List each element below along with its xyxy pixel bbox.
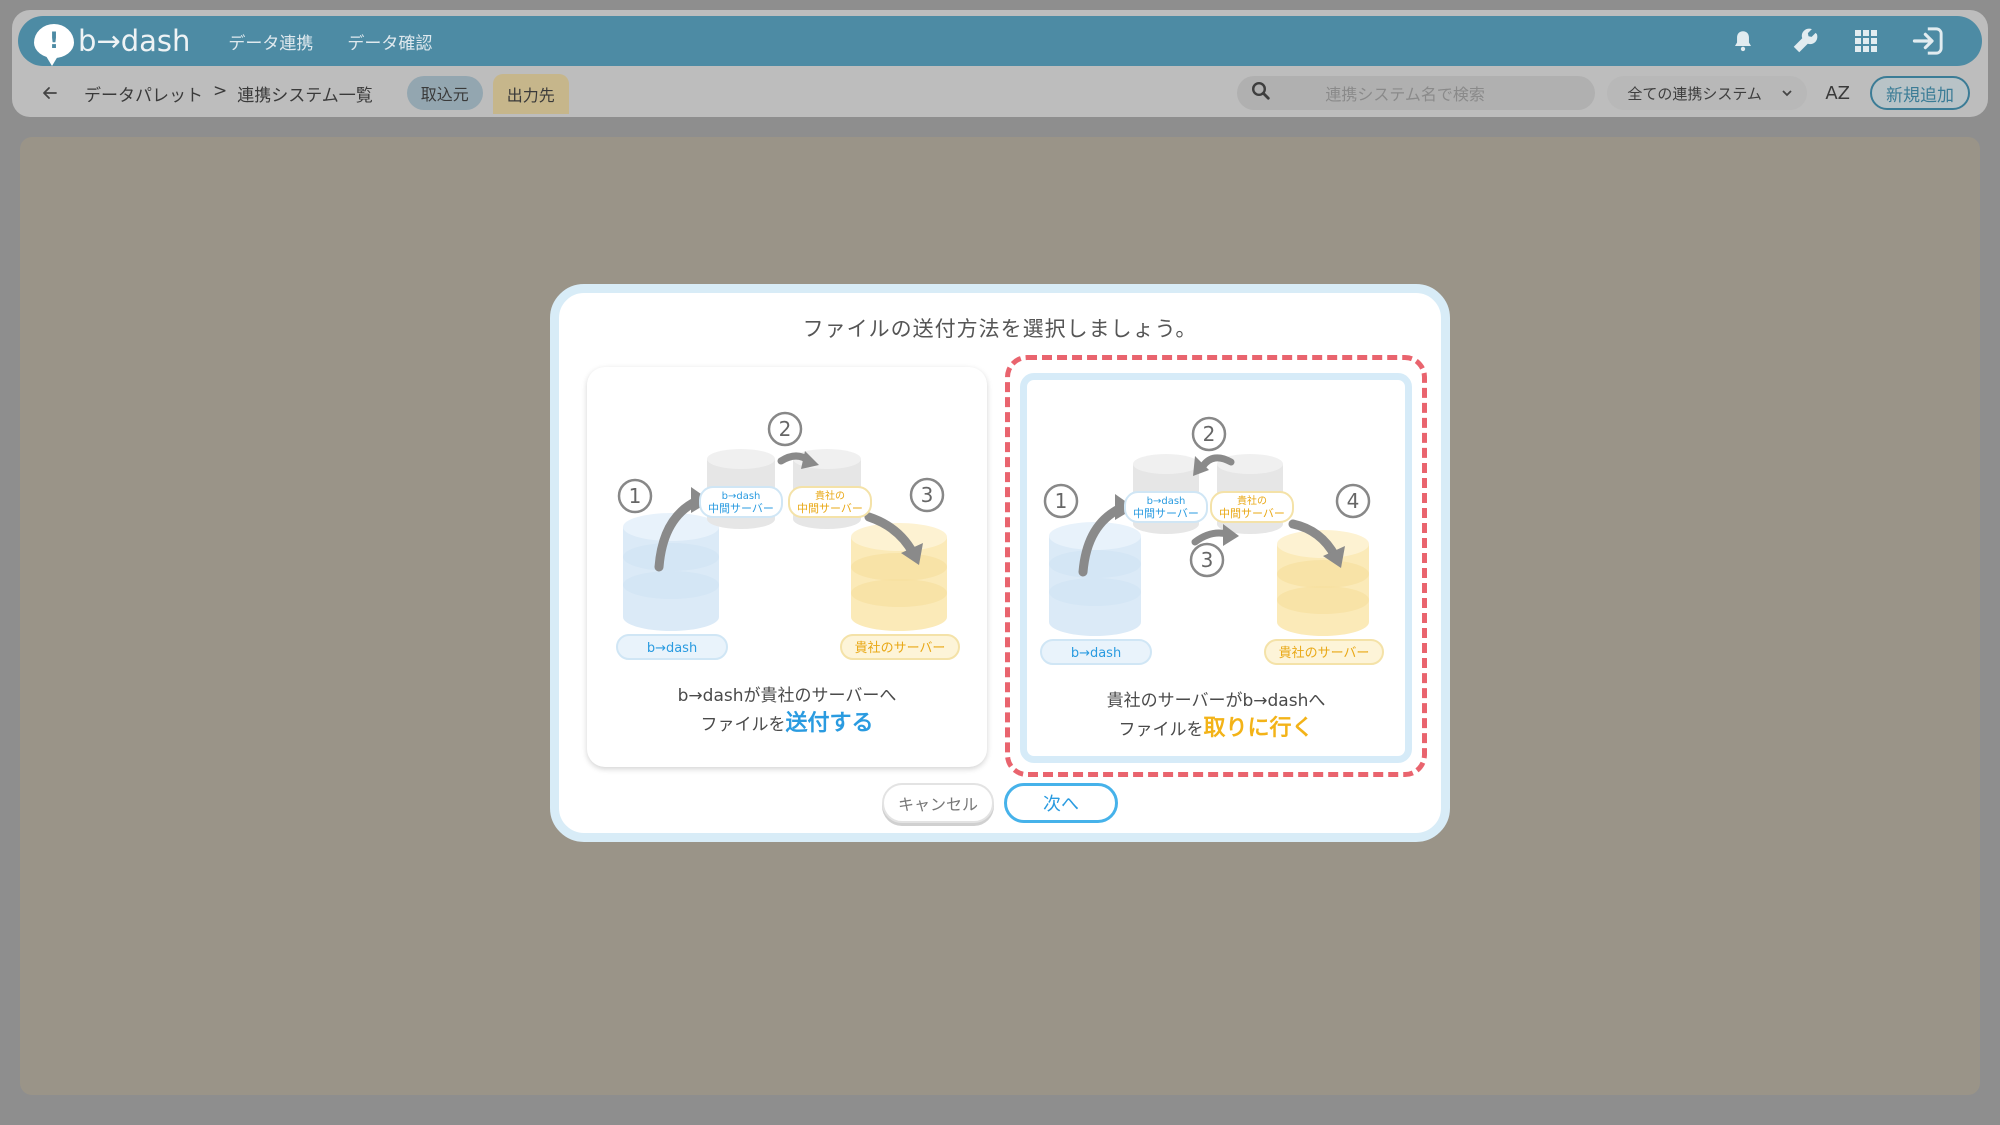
label-bdash-intermediate: b→dash 中間サーバー (699, 486, 783, 518)
label-company-server: 貴社のサーバー (1264, 639, 1384, 665)
fetch-flow-diagram: 1 2 3 4 b→dash 中間サーバー 貴社の 中間サーバー b→dash … (1040, 416, 1384, 665)
back-arrow-icon[interactable] (40, 83, 60, 103)
svg-text:中間サーバー: 中間サーバー (1133, 507, 1199, 520)
svg-text:中間サーバー: 中間サーバー (1219, 507, 1285, 520)
top-navigation-bar: ! b→dash データ連携 データ確認 (18, 16, 1982, 66)
svg-text:貴社の: 貴社の (1237, 494, 1267, 507)
cancel-button[interactable]: キャンセル (882, 783, 994, 823)
nav-data-check[interactable]: データ確認 (347, 29, 432, 54)
svg-text:3: 3 (921, 483, 934, 507)
option-fetch-caption-prefix: ファイルを (1118, 720, 1204, 740)
label-company-intermediate: 貴社の 中間サーバー (788, 486, 872, 518)
option-send-caption-line1: b→dashが貴社のサーバーへ (677, 686, 897, 706)
tab-source[interactable]: 取込元 (406, 76, 483, 110)
option-send-caption-strong: 送付する (785, 711, 874, 736)
option-fetch-card[interactable]: 1 2 3 4 b→dash 中間サーバー 貴社の 中間サーバー b→dash … (1020, 373, 1412, 763)
svg-text:1: 1 (629, 484, 642, 508)
search-icon (1251, 81, 1271, 105)
chevron-down-icon (1781, 84, 1793, 102)
logout-icon[interactable] (1912, 26, 1946, 56)
option-send-caption-prefix: ファイルを (700, 715, 786, 735)
next-button[interactable]: 次へ (1004, 783, 1118, 823)
dialog-title: ファイルの送付方法を選択しましょう。 (802, 317, 1198, 341)
svg-text:b→dash: b→dash (1147, 496, 1186, 507)
logo-bubble-icon: ! (34, 24, 74, 66)
svg-text:中間サーバー: 中間サーバー (708, 502, 774, 515)
step-marker-2: 2 (1191, 416, 1227, 452)
tab-destination[interactable]: 出力先 (492, 74, 569, 114)
step-marker-3: 3 (909, 477, 945, 513)
svg-text:4: 4 (1347, 489, 1360, 513)
step-marker-1: 1 (1043, 483, 1079, 519)
label-company-intermediate: 貴社の 中間サーバー (1210, 491, 1294, 523)
option-fetch-caption-strong: 取りに行く (1203, 716, 1314, 741)
option-fetch-caption: 貴社のサーバーがb→dashへ ファイルを取りに行く (1027, 688, 1405, 744)
option-send-card[interactable]: 1 2 3 b→dash 中間サーバー 貴社の 中間サーバー b→dash 貴社… (587, 367, 987, 767)
svg-text:3: 3 (1201, 548, 1214, 572)
breadcrumb-root[interactable]: データパレット (84, 81, 203, 106)
send-flow-diagram: 1 2 3 b→dash 中間サーバー 貴社の 中間サーバー b→dash 貴社… (616, 411, 960, 660)
breadcrumb: データパレット > 連携システム一覧 (84, 81, 373, 106)
dialog-button-row: キャンセル 次へ (559, 783, 1441, 823)
label-bdash-source: b→dash (1040, 639, 1152, 665)
add-new-button[interactable]: 新規追加 (1870, 76, 1970, 110)
step-marker-1: 1 (617, 478, 653, 514)
svg-text:2: 2 (1203, 422, 1216, 446)
svg-text:中間サーバー: 中間サーバー (797, 502, 863, 515)
logo-mark: ! (48, 28, 60, 54)
top-icon-group (1730, 26, 1946, 56)
send-method-dialog: ファイルの送付方法を選択しましょう。 1 2 3 b→dash 中間サーバー 貴… (550, 284, 1450, 842)
sort-az-icon[interactable]: AZ (1825, 83, 1850, 104)
arrow-step3 (1191, 529, 1231, 546)
breadcrumb-separator: > (213, 80, 228, 101)
wrench-icon[interactable] (1790, 26, 1820, 56)
option-send-caption: b→dashが貴社のサーバーへ ファイルを送付する (587, 683, 987, 739)
app-logo[interactable]: ! b→dash (34, 24, 191, 66)
filter-value: 全ての連携システム (1627, 84, 1762, 103)
sub-toolbar: データパレット > 連携システム一覧 取込元 出力先 連携システム名で検索 全て… (12, 72, 1988, 114)
svg-text:2: 2 (779, 417, 792, 441)
app-header: ! b→dash データ連携 データ確認 データパレット > 連携システム一覧 … (12, 10, 1988, 117)
search-placeholder: 連携システム名で検索 (1325, 85, 1485, 104)
svg-text:貴社のサーバー: 貴社のサーバー (1279, 645, 1370, 661)
bell-icon[interactable] (1730, 28, 1756, 54)
svg-text:b→dash: b→dash (722, 491, 761, 502)
system-filter-select[interactable]: 全ての連携システム (1607, 76, 1808, 110)
label-bdash-source: b→dash (616, 634, 728, 660)
svg-text:貴社の: 貴社の (815, 489, 845, 502)
search-input[interactable]: 連携システム名で検索 (1237, 76, 1596, 110)
breadcrumb-current: 連携システム一覧 (237, 85, 373, 106)
logo-text: b→dash (78, 24, 191, 58)
svg-text:b→dash: b→dash (1071, 646, 1121, 661)
step-marker-4: 4 (1335, 483, 1371, 519)
svg-text:1: 1 (1055, 489, 1068, 513)
svg-text:b→dash: b→dash (647, 641, 697, 656)
svg-text:貴社のサーバー: 貴社のサーバー (855, 640, 946, 656)
step-marker-3: 3 (1189, 542, 1225, 578)
label-bdash-intermediate: b→dash 中間サーバー (1124, 491, 1208, 523)
option-fetch-caption-line1: 貴社のサーバーがb→dashへ (1106, 691, 1326, 711)
grid-icon[interactable] (1854, 29, 1878, 53)
label-company-server: 貴社のサーバー (840, 634, 960, 660)
nav-data-integration[interactable]: データ連携 (228, 29, 313, 54)
step-marker-2: 2 (767, 411, 803, 447)
